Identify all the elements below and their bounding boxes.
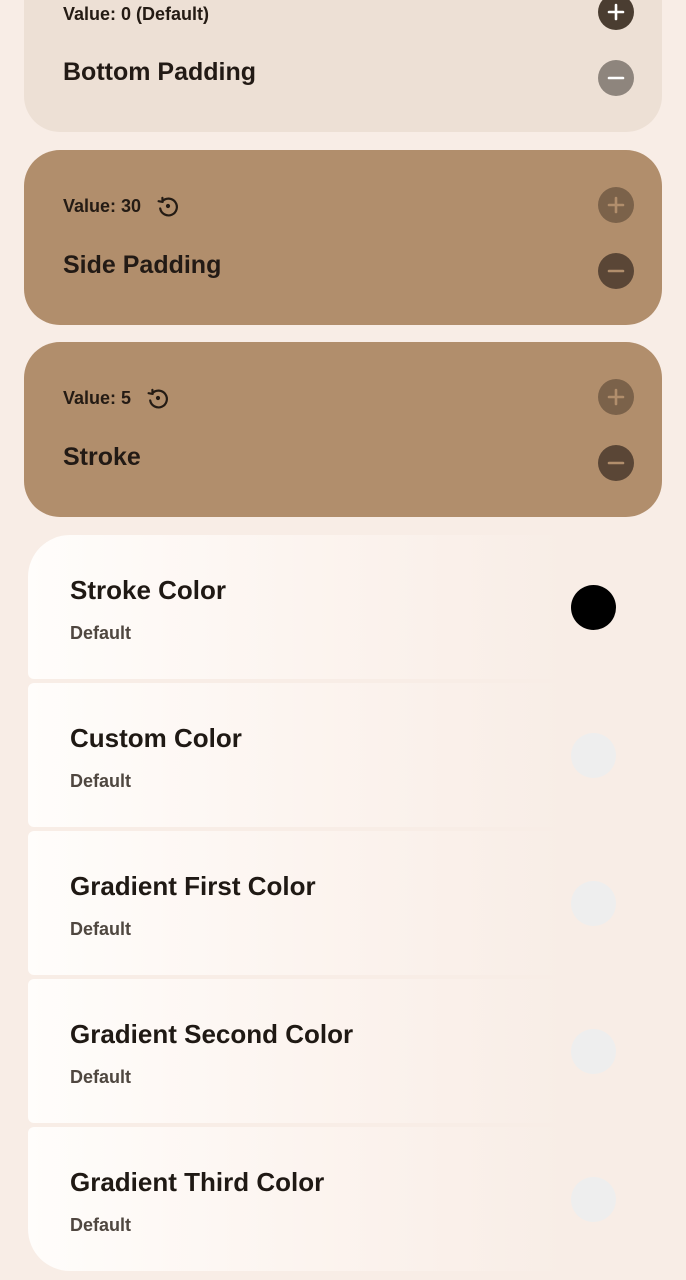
stroke-card: Value: 5 Stroke — [24, 342, 662, 517]
plus-icon — [607, 196, 625, 214]
color-item-subtitle: Default — [70, 1215, 132, 1235]
color-item-subtitle: Default — [70, 1067, 132, 1087]
minus-icon — [607, 461, 625, 465]
bottom-padding-decrease-button[interactable] — [598, 60, 634, 96]
color-item-subtitle: Default — [70, 623, 132, 643]
bottom-padding-value: Value: 0 (Default) — [63, 4, 210, 24]
color-settings-list: Stroke Color Default Custom Color Defaul… — [28, 535, 662, 1271]
bottom-padding-increase-button[interactable] — [598, 0, 634, 30]
bottom-padding-title: Bottom Padding — [63, 58, 257, 86]
side-padding-value: Value: 30 — [63, 195, 142, 216]
side-padding-value-row: Value: 30 — [63, 193, 181, 219]
gradient-second-color-item[interactable]: Gradient Second Color Default — [28, 979, 662, 1123]
gradient-third-color-item[interactable]: Gradient Third Color Default — [28, 1127, 662, 1271]
stroke-value-row: Value: 5 — [63, 385, 171, 411]
plus-icon — [607, 3, 625, 21]
plus-icon — [607, 388, 625, 406]
custom-color-item[interactable]: Custom Color Default — [28, 683, 662, 827]
color-item-title: Custom Color — [70, 723, 242, 753]
color-item-title: Gradient Second Color — [70, 1019, 354, 1049]
color-swatch[interactable] — [571, 1177, 616, 1222]
color-swatch[interactable] — [571, 1029, 616, 1074]
color-swatch[interactable] — [571, 733, 616, 778]
reset-icon[interactable] — [145, 385, 171, 411]
bottom-padding-value-row: Value: 0 (Default) — [63, 4, 209, 25]
color-swatch[interactable] — [571, 881, 616, 926]
stroke-title: Stroke — [63, 443, 141, 471]
stroke-value: Value: 5 — [63, 387, 132, 408]
side-padding-title: Side Padding — [63, 251, 222, 279]
color-item-subtitle: Default — [70, 771, 132, 791]
minus-icon — [607, 269, 625, 273]
side-padding-decrease-button[interactable] — [598, 253, 634, 289]
side-padding-card: Value: 30 Side Padding — [24, 150, 662, 325]
stroke-increase-button[interactable] — [598, 379, 634, 415]
gradient-first-color-item[interactable]: Gradient First Color Default — [28, 831, 662, 975]
color-swatch[interactable] — [571, 585, 616, 630]
stroke-decrease-button[interactable] — [598, 445, 634, 481]
reset-icon[interactable] — [155, 193, 181, 219]
color-item-title: Stroke Color — [70, 575, 227, 605]
bottom-padding-card: Value: 0 (Default) Bottom Padding — [24, 0, 662, 132]
stroke-color-item[interactable]: Stroke Color Default — [28, 535, 662, 679]
color-item-title: Gradient Third Color — [70, 1167, 325, 1197]
minus-icon — [607, 76, 625, 80]
color-item-subtitle: Default — [70, 919, 132, 939]
color-item-title: Gradient First Color — [70, 871, 316, 901]
side-padding-increase-button[interactable] — [598, 187, 634, 223]
